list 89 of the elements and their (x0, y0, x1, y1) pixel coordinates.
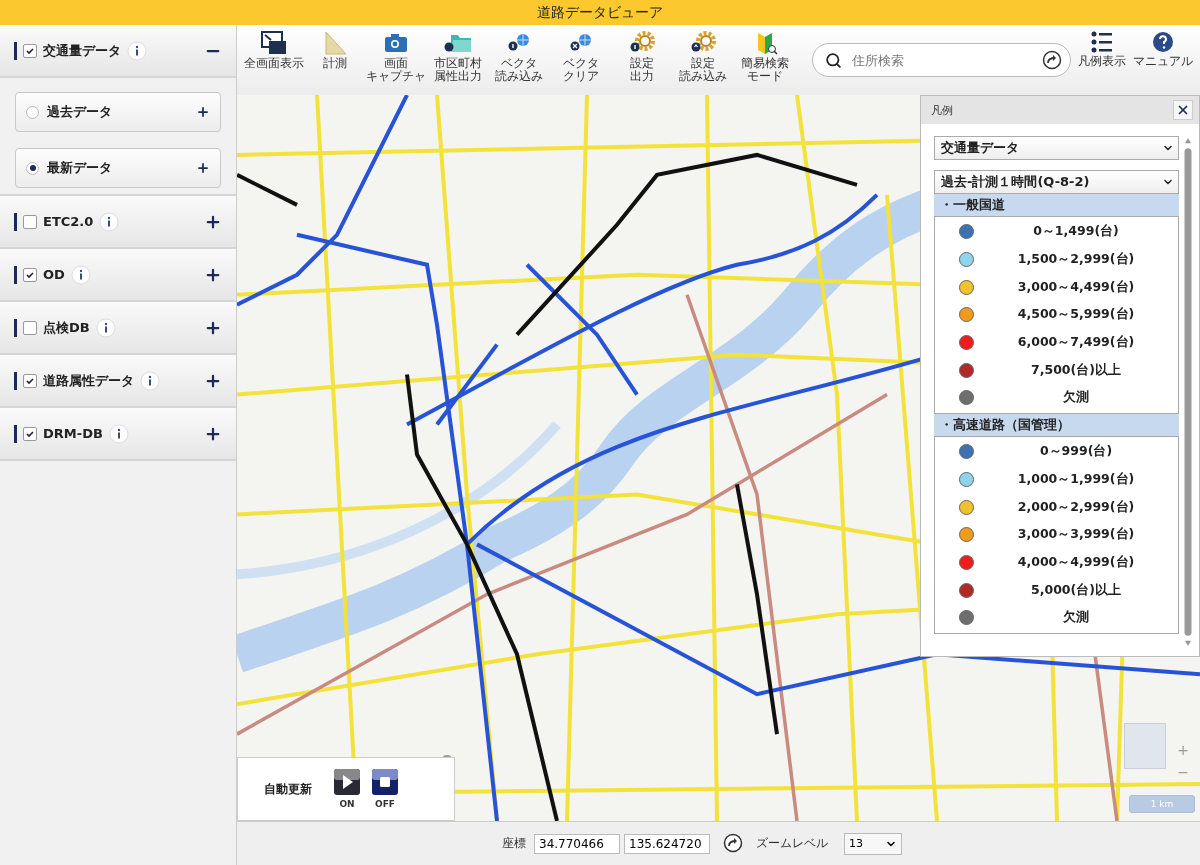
sub-layer-label: 過去データ (47, 103, 112, 121)
checkbox[interactable] (23, 214, 37, 229)
layer-label: OD (43, 267, 65, 282)
layer-header[interactable]: 交通量データ (0, 25, 236, 78)
radio-button[interactable] (26, 105, 39, 119)
check-icon (25, 428, 35, 439)
layer-label: 交通量データ (43, 41, 121, 60)
close-button[interactable] (1173, 100, 1193, 120)
legend-label: 0～1,499(台) (1032, 223, 1120, 241)
sub-layer-label: 最新データ (47, 159, 112, 177)
toolbar-button[interactable]: マニュアル (1132, 27, 1194, 93)
legend-label: 1,500～2,999(台) (1016, 251, 1136, 269)
layer-label: ETC2.0 (43, 214, 94, 229)
search-icon (824, 51, 842, 69)
legend-label: 3,000～4,499(台) (1016, 278, 1136, 296)
check-icon (25, 375, 35, 386)
zoom-level-select[interactable]: 13 (844, 832, 902, 855)
play-button[interactable]: ON (334, 769, 360, 809)
legend-group-title: ・一般国道 (934, 194, 1179, 216)
legend-label: 欠測 (1062, 389, 1090, 407)
coordinate-label: 座標 (502, 835, 526, 852)
legend-label: 3,000～3,999(台) (1016, 526, 1136, 544)
legend-select[interactable]: 交通量データ (934, 136, 1179, 160)
search-bar[interactable]: 住所検索 (811, 43, 1072, 77)
play-icon (334, 769, 360, 795)
layer-label: 点検DB (43, 318, 90, 337)
sub-layer-card[interactable]: 最新データ (15, 148, 221, 188)
toolbar-button[interactable]: 画面 キャプチャ (365, 27, 428, 93)
close-icon (1176, 103, 1190, 117)
layer-header[interactable]: 点検DB (0, 302, 236, 355)
layer-header[interactable]: ETC2.0 (0, 196, 236, 249)
legend-label: 4,500～5,999(台) (1016, 306, 1136, 324)
toolbar-button[interactable]: 計測 (304, 27, 366, 93)
expand-icon[interactable] (196, 105, 210, 119)
layer-label: DRM-DB (43, 426, 103, 441)
scrollbar[interactable] (1183, 136, 1193, 648)
expand-icon[interactable] (196, 161, 210, 175)
info-icon[interactable] (140, 370, 160, 391)
sub-layer-card[interactable]: 過去データ (15, 92, 221, 132)
toolbar-button[interactable]: 全画面表示 (243, 27, 305, 93)
check-icon (25, 269, 35, 280)
info-icon[interactable] (70, 264, 91, 285)
layer-header[interactable]: OD (0, 249, 236, 302)
list-icon (1089, 29, 1114, 55)
info-icon[interactable] (127, 40, 147, 61)
check-icon (25, 45, 35, 56)
auto-update-label: 自動更新 (264, 780, 313, 798)
info-icon[interactable] (99, 211, 120, 232)
legend-label: 7,500(台)以上 (1030, 361, 1122, 379)
legend-label: 欠測 (1062, 609, 1090, 627)
toolbar-button[interactable]: 簡易検索 モード (734, 27, 796, 93)
scale-bar: 1 km (1129, 795, 1195, 813)
checkbox[interactable] (23, 267, 37, 282)
window-title: 道路データビューア (0, 0, 1200, 25)
toolbar-button[interactable]: ベクタ クリア (549, 27, 612, 93)
latitude-field[interactable]: 34.770466 (534, 833, 620, 854)
longitude-field[interactable]: 135.624720 (624, 833, 710, 854)
legend-select[interactable]: 過去-計測１時間(Q-8-2) (934, 170, 1179, 194)
legend-label: 2,000～2,999(台) (1016, 498, 1136, 516)
radio-dot-icon (29, 165, 36, 171)
stop-icon (372, 769, 398, 795)
radio-button[interactable] (26, 161, 39, 175)
legend-label: 6,000～7,499(台) (1016, 334, 1136, 352)
fullscreen-icon (258, 29, 289, 57)
toolbar-button[interactable]: 市区町村 属性出力 (427, 27, 489, 93)
layer-header[interactable]: 道路属性データ (0, 355, 236, 408)
checkbox[interactable] (23, 426, 37, 441)
legend-label: 5,000(台)以上 (1030, 581, 1122, 599)
legend-label: 1,000～1,999(台) (1016, 470, 1136, 488)
checkbox[interactable] (23, 373, 37, 388)
legend-label: 0～999(台) (1038, 443, 1114, 461)
info-icon[interactable] (95, 317, 116, 338)
toolbar-button[interactable]: 凡例表示 (1071, 27, 1133, 93)
toolbar-button[interactable]: ベクタ 読み込み (488, 27, 550, 93)
checkbox[interactable] (23, 320, 37, 335)
help-icon (1151, 29, 1176, 55)
toolbar-button[interactable]: 設定 出力 (611, 27, 673, 93)
info-icon[interactable] (108, 423, 129, 444)
stop-button[interactable]: OFF (372, 769, 398, 809)
checkbox[interactable] (23, 43, 37, 58)
address-search-field[interactable]: 住所検索 (849, 51, 1035, 69)
legend-label: 4,000～4,999(台) (1016, 553, 1136, 571)
layer-label: 道路属性データ (43, 371, 134, 390)
legend-title: 凡例 (931, 102, 953, 118)
go-button[interactable] (722, 832, 744, 855)
legend-group-title: ・高速道路（国管理） (934, 413, 1179, 436)
zoom-level-label: ズームレベル (756, 835, 828, 852)
layer-header[interactable]: DRM-DB (0, 408, 236, 461)
toolbar-button[interactable]: 設定 読み込み (672, 27, 735, 93)
